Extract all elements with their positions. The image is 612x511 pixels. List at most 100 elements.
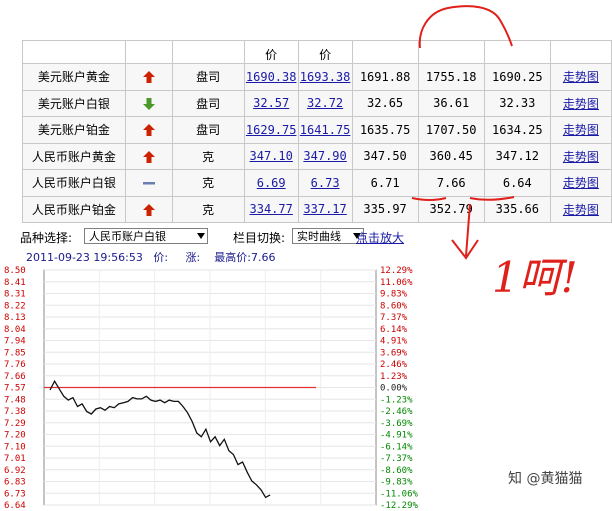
low-price: 1690.25 bbox=[483, 63, 551, 91]
low-price: 6.64 bbox=[483, 169, 551, 197]
low-price: 1634.25 bbox=[483, 116, 551, 144]
unit-cell: 盘司 bbox=[171, 116, 245, 144]
table-row: 美元账户白银 盘司 32.57 32.72 32.65 36.61 32.33 走势图 bbox=[22, 89, 612, 117]
variety-label: 品种选择: bbox=[20, 231, 73, 245]
watermark: 知 @黄猫猫 bbox=[508, 471, 583, 487]
y-tick-label-right: -1.23% bbox=[380, 395, 413, 405]
unit-cell: 盘司 bbox=[171, 63, 245, 91]
chevron-down-icon bbox=[197, 233, 205, 239]
y-tick-label-right: -4.91% bbox=[380, 431, 413, 441]
mid-price: 347.50 bbox=[351, 142, 419, 170]
direction-cell bbox=[124, 169, 173, 197]
y-tick-label-right: 2.46% bbox=[380, 360, 408, 370]
y-tick-label-right: 9.83% bbox=[380, 290, 408, 300]
high-price: 7.66 bbox=[417, 169, 485, 197]
header-cell bbox=[417, 40, 485, 64]
column-select[interactable]: 实时曲线 bbox=[292, 228, 364, 244]
y-tick-label-left: 8.13 bbox=[4, 313, 26, 323]
flat-dash-icon bbox=[142, 176, 156, 190]
header-cell bbox=[483, 40, 551, 64]
y-tick-label-right: 1.23% bbox=[380, 372, 408, 382]
trend-chart-link[interactable]: 走势图 bbox=[549, 142, 612, 170]
product-name: 人民币账户黄金 bbox=[22, 142, 126, 170]
ask-price-link[interactable]: 337.17 bbox=[297, 195, 353, 223]
y-tick-label-left: 7.29 bbox=[4, 419, 26, 429]
y-tick-label-left: 7.10 bbox=[4, 442, 26, 452]
ask-price-link[interactable]: 1641.75 bbox=[297, 116, 353, 144]
table-row: 人民币账户黄金 克 347.10 347.90 347.50 360.45 347.12 走势… bbox=[22, 142, 612, 170]
product-name: 美元账户白银 bbox=[22, 89, 126, 117]
direction-cell bbox=[124, 89, 173, 117]
mid-price: 32.65 bbox=[351, 89, 419, 117]
ask-price-link[interactable]: 347.90 bbox=[297, 142, 353, 170]
bid-price-link[interactable]: 6.69 bbox=[243, 169, 299, 197]
trend-chart-link[interactable]: 走势图 bbox=[549, 169, 612, 197]
variety-select[interactable]: 人民币账户白银 bbox=[84, 228, 208, 244]
y-tick-label-left: 6.64 bbox=[4, 501, 26, 511]
arrow-up-icon bbox=[142, 149, 156, 163]
unit-cell: 克 bbox=[171, 169, 245, 197]
bid-price-link[interactable]: 1690.38 bbox=[243, 63, 299, 91]
y-tick-label-right: -2.46% bbox=[380, 407, 413, 417]
trend-chart-link[interactable]: 走势图 bbox=[549, 89, 612, 117]
direction-cell bbox=[124, 142, 173, 170]
quote-table-container: 价 价 美元账户黄金 盘司 1690.38 1693.38 1691.88 1755.18… bbox=[22, 40, 612, 223]
ask-price-link[interactable]: 32.72 bbox=[297, 89, 353, 117]
y-tick-label-left: 8.41 bbox=[4, 278, 26, 288]
y-tick-label-right: -7.37% bbox=[380, 454, 413, 464]
y-tick-label-right: -12.29% bbox=[380, 501, 419, 511]
variety-select-value: 人民币账户白银 bbox=[89, 230, 166, 243]
mid-price: 335.97 bbox=[351, 195, 419, 223]
y-tick-label-left: 7.01 bbox=[4, 454, 26, 464]
header-cell bbox=[124, 40, 173, 64]
header-cell bbox=[549, 40, 612, 64]
high-price: 36.61 bbox=[417, 89, 485, 117]
direction-cell bbox=[124, 195, 173, 223]
table-row: 人民币账户铂金 克 334.77 337.17 335.97 352.79 335.66 走势… bbox=[22, 195, 612, 223]
y-tick-label-left: 7.76 bbox=[4, 360, 26, 370]
ask-price-link[interactable]: 1693.38 bbox=[297, 63, 353, 91]
y-tick-label-right: 12.29% bbox=[380, 266, 413, 276]
unit-cell: 克 bbox=[171, 142, 245, 170]
y-tick-label-left: 6.83 bbox=[4, 478, 26, 488]
arrow-up-icon bbox=[142, 202, 156, 216]
y-tick-label-left: 8.04 bbox=[4, 325, 26, 335]
y-tick-label-right: -8.60% bbox=[380, 466, 413, 476]
table-row: 美元账户黄金 盘司 1690.38 1693.38 1691.88 1755.18 1690… bbox=[22, 63, 612, 91]
table-row: 人民币账户白银 克 6.69 6.73 6.71 7.66 6.64 走势图 bbox=[22, 169, 612, 197]
high-price: 352.79 bbox=[417, 195, 485, 223]
bid-price-link[interactable]: 347.10 bbox=[243, 142, 299, 170]
y-tick-label-left: 7.38 bbox=[4, 407, 26, 417]
unit-cell: 盘司 bbox=[171, 89, 245, 117]
bid-price-link[interactable]: 1629.75 bbox=[243, 116, 299, 144]
y-tick-label-left: 8.50 bbox=[4, 266, 26, 276]
enlarge-link[interactable]: 点击放大 bbox=[356, 229, 404, 246]
quote-table: 价 价 美元账户黄金 盘司 1690.38 1693.38 1691.88 1755.18… bbox=[22, 40, 612, 223]
product-name: 人民币账户白银 bbox=[22, 169, 126, 197]
header-cell bbox=[22, 40, 126, 64]
header-cell-ask: 价 bbox=[297, 40, 353, 64]
bid-price-link[interactable]: 334.77 bbox=[243, 195, 299, 223]
y-tick-label-left: 7.85 bbox=[4, 348, 26, 358]
y-tick-label-right: 4.91% bbox=[380, 337, 408, 347]
y-tick-label-left: 8.22 bbox=[4, 301, 26, 311]
column-select-value: 实时曲线 bbox=[297, 230, 341, 243]
bid-price-link[interactable]: 32.57 bbox=[243, 89, 299, 117]
product-name: 美元账户铂金 bbox=[22, 116, 126, 144]
y-tick-label-left: 8.31 bbox=[4, 290, 26, 300]
high-price: 1755.18 bbox=[417, 63, 485, 91]
ask-price-link[interactable]: 6.73 bbox=[297, 169, 353, 197]
column-label: 栏目切换: bbox=[233, 231, 286, 245]
product-name: 人民币账户铂金 bbox=[22, 195, 126, 223]
y-tick-label-right: 0.00% bbox=[380, 384, 408, 394]
y-tick-label-left: 7.48 bbox=[4, 395, 26, 405]
y-tick-label-left: 7.94 bbox=[4, 337, 26, 347]
mid-price: 1635.75 bbox=[351, 116, 419, 144]
y-tick-label-left: 6.73 bbox=[4, 489, 26, 499]
header-cell bbox=[171, 40, 245, 64]
low-price: 335.66 bbox=[483, 195, 551, 223]
trend-chart-link[interactable]: 走势图 bbox=[549, 63, 612, 91]
trend-chart-link[interactable]: 走势图 bbox=[549, 195, 612, 223]
trend-chart-link[interactable]: 走势图 bbox=[549, 116, 612, 144]
y-tick-label-right: -9.83% bbox=[380, 478, 413, 488]
